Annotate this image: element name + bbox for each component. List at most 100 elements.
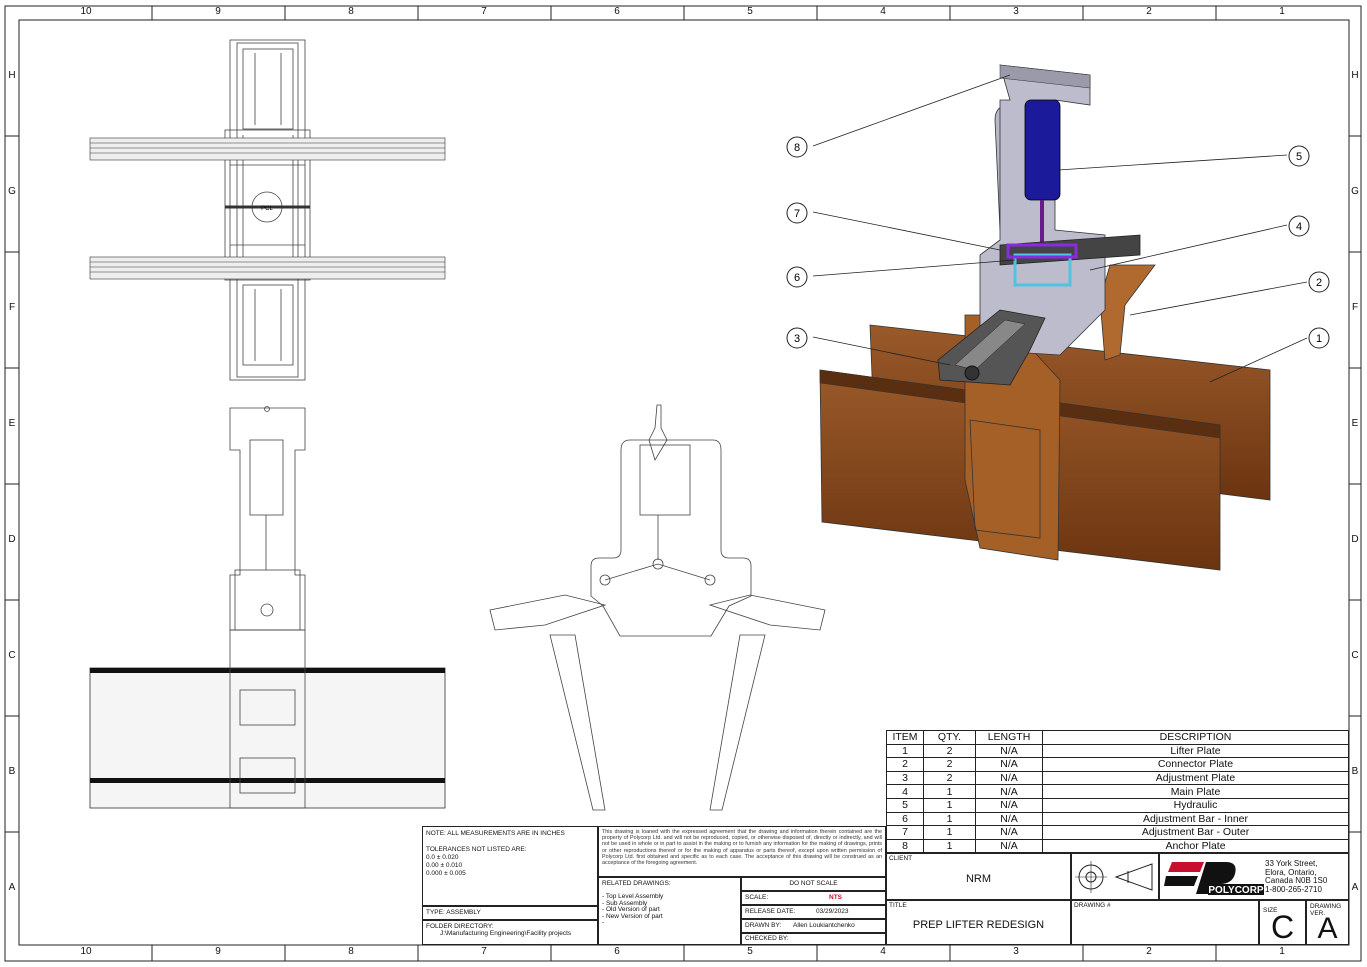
zone-row-label: C — [1351, 650, 1359, 661]
folder-cell: FOLDER DIRECTORY: J:\Manufacturing Engin… — [422, 920, 598, 945]
bom-header: QTY. — [923, 730, 976, 745]
svg-text:8: 8 — [794, 142, 800, 154]
bom-length: N/A — [975, 797, 1043, 813]
zone-col-label: 4 — [880, 6, 886, 17]
bom-row: 2 2 N/A Connector Plate — [886, 757, 1349, 772]
bom-description: Connector Plate — [1042, 757, 1349, 772]
svg-text:1: 1 — [1316, 333, 1322, 345]
size-value: C — [1270, 909, 1295, 945]
zone-col-label: 7 — [481, 946, 487, 957]
balloon: 3 — [786, 327, 808, 349]
zone-col-label: 5 — [747, 6, 753, 17]
bom-length: N/A — [975, 770, 1043, 786]
zone-row-label: H — [8, 70, 16, 81]
zone-row-label: A — [8, 882, 16, 893]
title-label: TITLE — [889, 902, 907, 909]
address-line: 1-800-265-2710 — [1265, 884, 1322, 894]
bom-item: 2 — [886, 757, 924, 772]
bom-item: 5 — [886, 797, 924, 813]
zone-row-label: D — [8, 534, 16, 545]
svg-text:2: 2 — [1316, 277, 1322, 289]
checked-label: CHECKED BY: — [745, 935, 789, 942]
zone-row-label: B — [8, 766, 16, 777]
bom-item: 7 — [886, 825, 924, 840]
side-view — [489, 404, 826, 811]
hydraulic — [1024, 99, 1061, 201]
scale-label: SCALE: — [745, 894, 769, 901]
bom-row: 1 2 N/A Lifter Plate — [886, 743, 1349, 759]
zone-row-label: H — [1351, 70, 1359, 81]
client-label: CLIENT — [889, 855, 913, 862]
zone-row-label: D — [1351, 534, 1359, 545]
balloon: 7 — [786, 202, 808, 224]
type-label: TYPE: — [426, 909, 445, 916]
zone-col-label: 6 — [614, 946, 620, 957]
zone-row-label: E — [1351, 418, 1359, 429]
bom-qty: 2 — [923, 757, 976, 772]
projection-symbol-cell — [1071, 853, 1159, 900]
balloon: 1 — [1308, 327, 1330, 349]
zone-col-label: 3 — [1013, 6, 1019, 17]
zone-col-label: 9 — [215, 946, 221, 957]
bom-header: LENGTH — [975, 730, 1043, 745]
bom-description: Lifter Plate — [1042, 743, 1349, 759]
zone-row-label: G — [1351, 186, 1359, 197]
bom-row: 7 1 N/A Adjustment Bar - Outer — [886, 825, 1349, 840]
scale-value: NTS — [829, 894, 842, 901]
drawn-label: DRAWN BY: — [745, 922, 782, 929]
do-not-scale: DO NOT SCALE — [741, 877, 886, 891]
zone-col-label: 2 — [1146, 946, 1152, 957]
bom-item: 6 — [886, 811, 924, 827]
svg-text:4: 4 — [1296, 221, 1302, 233]
bom-qty: 1 — [923, 784, 976, 799]
type-value: ASSEMBLY — [446, 909, 481, 916]
bom-row: 6 1 N/A Adjustment Bar - Inner — [886, 811, 1349, 827]
tolerances-label: TOLERANCES NOT LISTED ARE: — [426, 846, 527, 853]
isometric-view — [812, 64, 1308, 571]
bom-row: 3 2 N/A Adjustment Plate — [886, 770, 1349, 786]
bom-qty: 1 — [923, 797, 976, 813]
zone-row-label: A — [1351, 882, 1359, 893]
balloon: 5 — [1288, 145, 1310, 167]
zone-col-label: 3 — [1013, 946, 1019, 957]
drawn-by-cell: DRAWN BY: Allen Loukiantchenko — [741, 919, 886, 933]
bom-description: Adjustment Bar - Inner — [1042, 811, 1349, 827]
svg-text:3: 3 — [794, 333, 800, 345]
bom-length: N/A — [975, 825, 1043, 840]
svg-text:6: 6 — [794, 272, 800, 284]
zone-col-label: 4 — [880, 946, 886, 957]
bom-row: 5 1 N/A Hydraulic — [886, 797, 1349, 813]
bom-item: 8 — [886, 838, 924, 854]
release-value: 03/29/2023 — [816, 908, 849, 915]
bom-header-row: ITEM QTY. LENGTH DESCRIPTION — [886, 730, 1349, 745]
zone-row-label: F — [1351, 302, 1359, 313]
zone-col-label: 9 — [215, 6, 221, 17]
bom-item: 4 — [886, 784, 924, 799]
related-label: RELATED DRAWINGS: — [602, 880, 671, 887]
bom-length: N/A — [975, 838, 1043, 854]
scale-cell: SCALE: NTS — [741, 891, 886, 905]
polycorp-logo: POLYCORP — [1164, 862, 1264, 896]
zone-col-label: 5 — [747, 946, 753, 957]
version-cell: DRAWING VER. A — [1306, 900, 1349, 945]
bom-qty: 2 — [923, 743, 976, 759]
bom-row: 4 1 N/A Main Plate — [886, 784, 1349, 799]
zone-col-label: 10 — [80, 946, 92, 957]
bom-row: 8 1 N/A Anchor Plate — [886, 838, 1349, 854]
notes-cell: NOTE: ALL MEASUREMENTS ARE IN INCHES TOL… — [422, 826, 598, 906]
zone-col-label: 8 — [348, 946, 354, 957]
bom-description: Hydraulic — [1042, 797, 1349, 813]
tolerance-value: 0.00 ± 0.010 — [426, 862, 463, 869]
bom-description: Adjustment Bar - Outer — [1042, 825, 1349, 840]
client-value: NRM — [965, 873, 992, 885]
release-date-cell: RELEASE DATE: 03/29/2023 — [741, 905, 886, 919]
title-value: PREP LIFTER REDESIGN — [912, 919, 1045, 931]
client-cell: CLIENT NRM — [886, 853, 1071, 900]
folder-label: FOLDER DIRECTORY: — [426, 923, 494, 930]
zone-col-label: 8 — [348, 6, 354, 17]
company-logo-cell: POLYCORP 33 York Street, Elora, Ontario,… — [1159, 853, 1349, 900]
bom-qty: 1 — [923, 811, 976, 827]
zone-col-label: 1 — [1279, 6, 1285, 17]
bom-qty: 1 — [923, 838, 976, 854]
bom-qty: 2 — [923, 770, 976, 786]
